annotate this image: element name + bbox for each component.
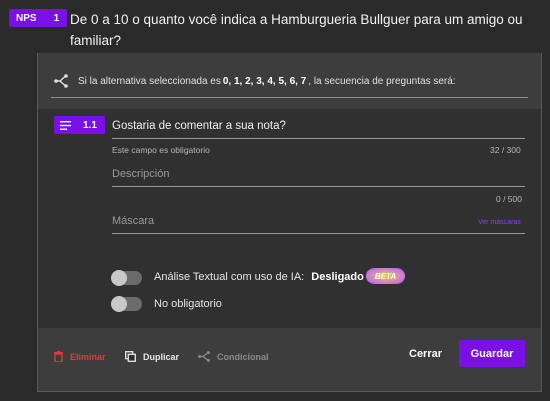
description-input[interactable]: Descripción: [112, 168, 525, 180]
copy-icon: [125, 351, 136, 362]
branch-icon: [198, 351, 210, 362]
question-title: De 0 a 10 o quanto você indica a Hamburg…: [70, 12, 523, 48]
trash-icon: [54, 351, 63, 362]
required-hint: Este campo es obligatorio: [112, 145, 210, 155]
ai-analysis-toggle[interactable]: [111, 270, 142, 286]
question-type-badge: NPS 1: [9, 9, 67, 27]
question-type-label: NPS: [16, 12, 37, 24]
question-number: 1: [53, 12, 60, 24]
title-char-count: 32 / 300: [490, 145, 521, 155]
close-button[interactable]: Cerrar: [409, 348, 442, 360]
beta-badge: BETA: [366, 268, 405, 284]
text-lines-icon: [60, 120, 71, 130]
branch-icon: [54, 74, 68, 88]
description-char-count: 0 / 500: [496, 194, 522, 204]
delete-label: Eliminar: [70, 351, 106, 362]
branch-rule-values: 0, 1, 2, 3, 4, 5, 6, 7: [222, 75, 307, 87]
save-button[interactable]: Guardar: [459, 340, 525, 367]
delete-button[interactable]: Eliminar: [54, 351, 106, 362]
optional-label: No obligatorio: [154, 298, 222, 310]
sub-question-editor: 1.1 Gostaria de comentar a sua nota? Est…: [38, 109, 541, 328]
toggle-knob: [111, 270, 127, 286]
branch-rule-prefix: Si la alternativa seleccionada es: [78, 75, 221, 87]
editor-footer: Eliminar Duplicar Condicional Cerrar Gua…: [38, 328, 541, 391]
duplicate-button[interactable]: Duplicar: [125, 351, 179, 362]
mask-field[interactable]: Máscara Ver máscaras: [112, 215, 525, 237]
toggle-knob: [111, 296, 127, 312]
question-editor-panel: Si la alternativa seleccionada es 0, 1, …: [37, 53, 542, 392]
conditional-label: Condicional: [217, 351, 269, 362]
description-field[interactable]: Descripción: [112, 168, 525, 190]
description-underline: [112, 186, 525, 187]
mask-underline: [112, 233, 525, 234]
optional-toggle[interactable]: [111, 296, 142, 312]
sub-question-title-field[interactable]: Gostaria de comentar a sua nota?: [112, 120, 525, 139]
sub-question-number: 1.1: [83, 119, 97, 131]
mask-input[interactable]: Máscara: [112, 215, 525, 227]
view-masks-link[interactable]: Ver máscaras: [478, 219, 521, 226]
conditional-button[interactable]: Condicional: [198, 351, 269, 362]
sub-question-title-input[interactable]: Gostaria de comentar a sua nota?: [112, 120, 525, 132]
duplicate-label: Duplicar: [143, 351, 180, 362]
sub-question-badge: 1.1: [54, 116, 105, 134]
ai-analysis-state: Desligado: [311, 271, 364, 283]
title-underline: [112, 138, 525, 139]
ai-analysis-label: Análise Textual com uso de IA: Desligado: [154, 271, 364, 283]
ai-analysis-text: Análise Textual com uso de IA:: [154, 271, 305, 283]
branch-rule: Si la alternativa seleccionada es 0, 1, …: [51, 65, 528, 98]
branch-rule-suffix: , la secuencia de preguntas será:: [308, 75, 456, 87]
